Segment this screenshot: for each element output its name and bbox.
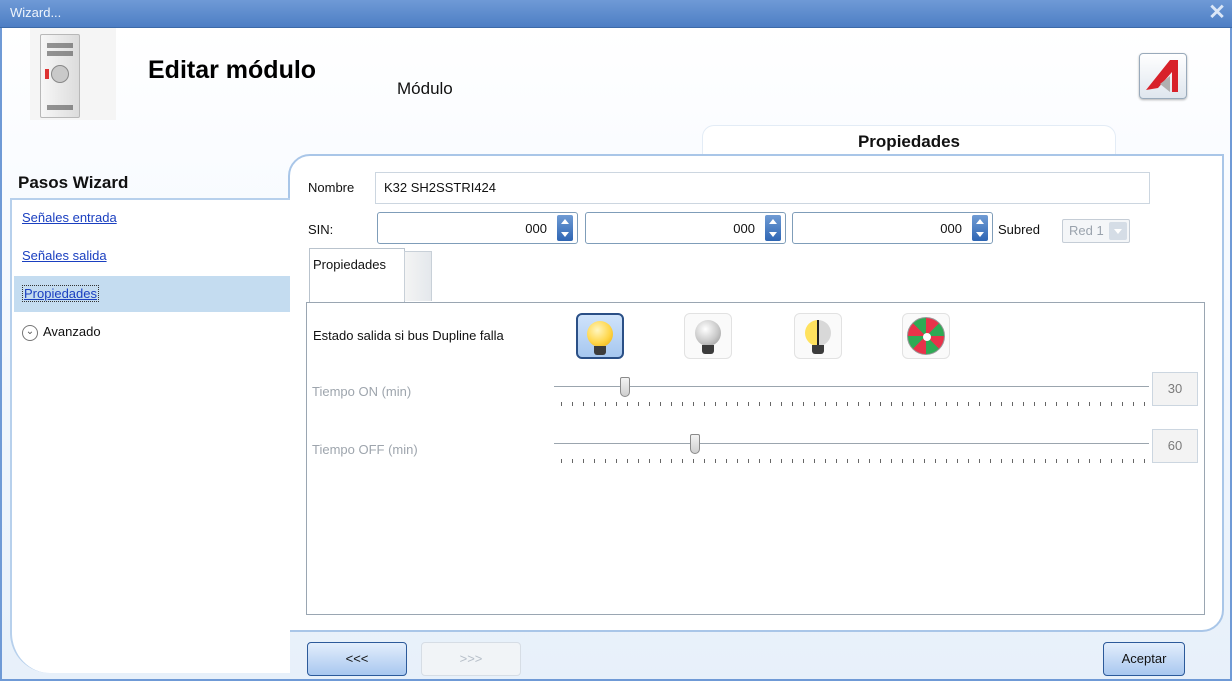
time-off-slider-track[interactable] bbox=[554, 443, 1149, 444]
sin-stepper-1[interactable]: 000 bbox=[377, 212, 578, 244]
title-bar: Wizard... ✕ bbox=[0, 0, 1232, 28]
bulb-half-icon bbox=[805, 320, 831, 346]
sidebar-item-advanced[interactable]: ⌄ Avanzado bbox=[14, 314, 290, 350]
time-on-value[interactable]: 30 bbox=[1152, 372, 1198, 406]
spinner-arrows-icon[interactable] bbox=[765, 215, 781, 241]
module-device-image bbox=[30, 28, 116, 120]
sidebar-item-label[interactable]: Señales entrada bbox=[22, 210, 117, 225]
time-off-ticks bbox=[561, 459, 1147, 463]
sidebar-item-label[interactable]: Propiedades bbox=[22, 285, 99, 302]
name-label: Nombre bbox=[308, 180, 355, 195]
subnet-label: Subred bbox=[998, 222, 1040, 237]
bulb-on-icon bbox=[587, 321, 613, 347]
state-option-on[interactable] bbox=[576, 313, 624, 359]
chevron-down-icon[interactable]: ⌄ bbox=[22, 324, 38, 341]
state-label: Estado salida si bus Dupline falla bbox=[313, 328, 504, 343]
window-title: Wizard... bbox=[10, 5, 62, 20]
accept-button[interactable]: Aceptar bbox=[1103, 642, 1185, 676]
tab-properties[interactable]: Propiedades bbox=[309, 248, 405, 304]
sidebar-item-label[interactable]: Señales salida bbox=[22, 248, 107, 263]
page-subtitle: Módulo bbox=[397, 79, 453, 98]
chevron-down-icon[interactable] bbox=[1109, 222, 1127, 240]
time-on-ticks bbox=[561, 402, 1147, 406]
time-off-label: Tiempo OFF (min) bbox=[312, 442, 418, 457]
time-off-value[interactable]: 60 bbox=[1152, 429, 1198, 463]
name-field[interactable]: K32 SH2SSTRI424 bbox=[375, 172, 1150, 204]
tab-blank[interactable] bbox=[404, 251, 432, 301]
time-on-label: Tiempo ON (min) bbox=[312, 384, 412, 399]
sidebar-item-output-signals[interactable]: Señales salida bbox=[14, 238, 290, 274]
sidebar-item-input-signals[interactable]: Señales entrada bbox=[14, 200, 290, 236]
sin-label: SIN: bbox=[308, 222, 334, 237]
bulb-off-icon bbox=[695, 320, 721, 346]
sidebar-item-label: Avanzado bbox=[43, 324, 101, 339]
color-wheel-icon bbox=[907, 317, 945, 355]
sin-stepper-2[interactable]: 000 bbox=[585, 212, 786, 244]
state-option-off[interactable] bbox=[684, 313, 732, 359]
state-option-color[interactable] bbox=[902, 313, 950, 359]
sidebar: Señales entrada Señales salida Propiedad… bbox=[10, 198, 290, 673]
section-tab-properties: Propiedades bbox=[702, 125, 1116, 156]
sin-stepper-3[interactable]: 000 bbox=[792, 212, 993, 244]
sidebar-item-properties[interactable]: Propiedades bbox=[14, 276, 290, 312]
close-icon[interactable]: ✕ bbox=[1204, 0, 1230, 26]
sidebar-title: Pasos Wizard bbox=[18, 173, 129, 192]
subnet-select[interactable]: Red 1 bbox=[1062, 219, 1130, 243]
back-button[interactable]: <<< bbox=[307, 642, 407, 676]
time-off-slider-thumb[interactable] bbox=[690, 434, 700, 454]
brand-logo-icon[interactable] bbox=[1139, 53, 1187, 99]
page-title: Editar módulo bbox=[148, 56, 317, 84]
state-option-last[interactable] bbox=[794, 313, 842, 359]
spinner-arrows-icon[interactable] bbox=[972, 215, 988, 241]
next-button[interactable]: >>> bbox=[421, 642, 521, 676]
spinner-arrows-icon[interactable] bbox=[557, 215, 573, 241]
time-on-slider-thumb[interactable] bbox=[620, 377, 630, 397]
time-on-slider-track[interactable] bbox=[554, 386, 1149, 387]
